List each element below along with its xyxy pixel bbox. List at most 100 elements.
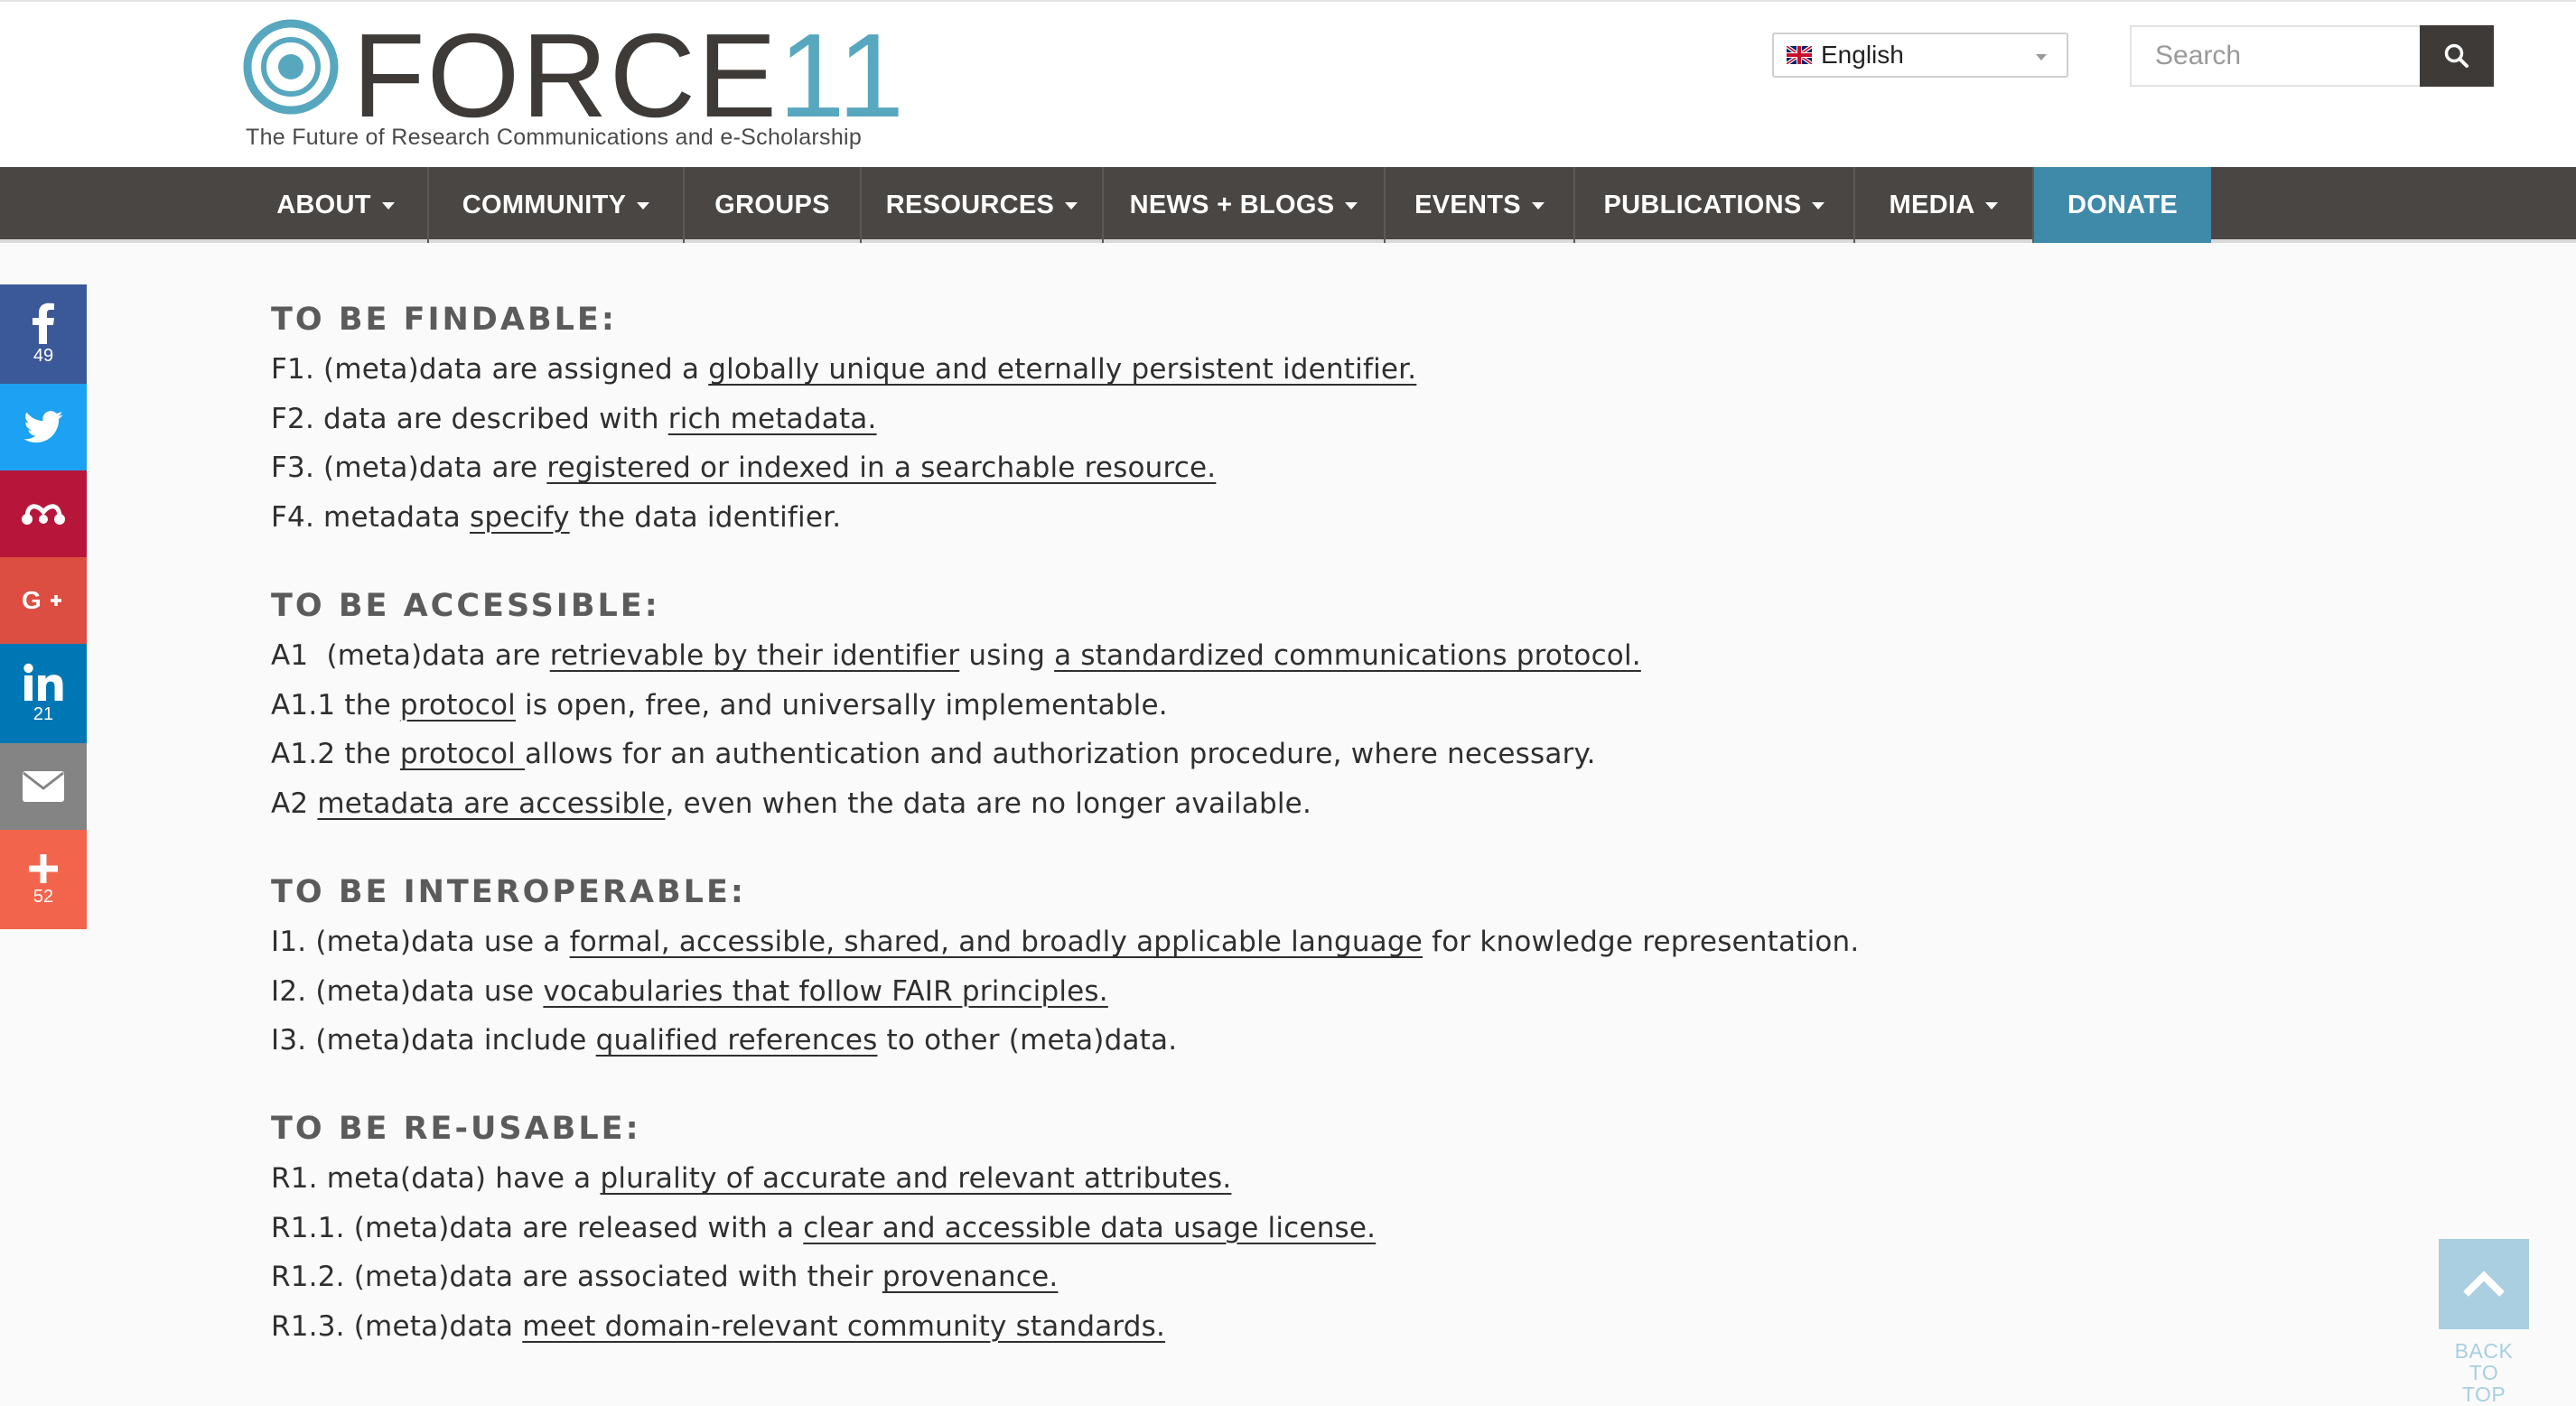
principle-link[interactable]: protocol xyxy=(400,738,525,770)
logo-tagline: The Future of Research Communications an… xyxy=(246,125,863,150)
section-heading: TO BE INTEROPERABLE: xyxy=(271,874,746,910)
principle-text: , even when the data are no longer avail… xyxy=(665,787,1312,820)
back-to-top-line1: BACK TO xyxy=(2454,1339,2514,1384)
caret-down-icon xyxy=(1345,202,1358,210)
nav-about[interactable]: ABOUT xyxy=(244,167,429,243)
nav-label: RESOURCES xyxy=(885,190,1055,219)
principle-link[interactable]: registered or indexed in a searchable re… xyxy=(546,452,1216,484)
principle-link[interactable]: qualified references xyxy=(596,1024,878,1057)
google-plus-icon: G xyxy=(22,587,61,614)
nav-community[interactable]: COMMUNITY xyxy=(429,167,685,243)
principle-text: using xyxy=(959,639,1055,672)
search-input[interactable] xyxy=(2130,25,2421,87)
more-share-button[interactable]: 52 xyxy=(0,830,87,929)
principle-text: is open, free, and universally implement… xyxy=(515,688,1168,722)
principle-link[interactable]: plurality of accurate and relevant attri… xyxy=(600,1162,1231,1195)
nav-publications[interactable]: PUBLICATIONS xyxy=(1575,167,1855,243)
back-to-top-button[interactable] xyxy=(2439,1239,2529,1329)
mendeley-share-button[interactable] xyxy=(0,470,87,557)
principle-text: A2 xyxy=(271,787,318,820)
principle-a1: A1 (meta)data are retrievable by their i… xyxy=(271,631,2348,681)
principle-link[interactable]: provenance. xyxy=(882,1261,1059,1293)
principle-text: F1. (meta)data are assigned a xyxy=(271,353,709,386)
principle-a2: A2 metadata are accessible, even when th… xyxy=(271,779,2348,829)
nav-label: DONATE xyxy=(2067,190,2179,219)
search-icon xyxy=(2444,43,2469,68)
linkedin-share-button[interactable]: 21 xyxy=(0,644,87,743)
nav-label: PUBLICATIONS xyxy=(1603,190,1802,219)
linkedin-share-count: 21 xyxy=(33,703,54,724)
site-header: FORCE11 The Future of Research Communica… xyxy=(0,0,2576,167)
principle-text: F2. data are described with xyxy=(271,402,668,435)
principle-i3: I3. (meta)data include qualified referen… xyxy=(271,1016,2348,1066)
caret-down-icon xyxy=(1065,202,1078,210)
principle-i1: I1. (meta)data use a formal, accessible,… xyxy=(271,917,2348,967)
logo-wordmark: FORCE11 xyxy=(352,13,906,139)
email-share-button[interactable] xyxy=(0,743,87,830)
nav-label: NEWS + BLOGS xyxy=(1129,190,1335,219)
principle-a1-1: A1.1 the protocol is open, free, and uni… xyxy=(271,681,2348,731)
nav-groups[interactable]: GROUPS xyxy=(685,167,862,243)
principle-text: R1.2. (meta)data are associated with the… xyxy=(271,1261,882,1293)
twitter-share-button[interactable] xyxy=(0,384,87,470)
nav-events[interactable]: EVENTS xyxy=(1386,167,1575,243)
principle-text: F3. (meta)data are xyxy=(271,452,547,484)
principle-link[interactable]: meet domain-relevant community standards… xyxy=(522,1310,1165,1343)
principle-r1-3: R1.3. (meta)data meet domain-relevant co… xyxy=(271,1302,2348,1352)
principle-link[interactable]: clear and accessible data usage license. xyxy=(803,1212,1376,1244)
nav-donate[interactable]: DONATE xyxy=(2034,167,2211,243)
nav-news-blogs[interactable]: NEWS + BLOGS xyxy=(1104,167,1386,243)
more-share-count: 52 xyxy=(33,886,54,907)
google-plus-share-button[interactable]: G xyxy=(0,557,87,644)
linkedin-icon xyxy=(23,663,63,701)
principle-link[interactable]: retrievable by their identifier xyxy=(550,639,960,672)
principle-f1: F1. (meta)data are assigned a globally u… xyxy=(271,345,2348,395)
principle-text: A1.2 the xyxy=(271,738,400,770)
search-button[interactable] xyxy=(2420,25,2494,87)
nav-media[interactable]: MEDIA xyxy=(1855,167,2034,243)
back-to-top[interactable]: BACK TO TOP xyxy=(2439,1239,2529,1405)
principle-text: to other (meta)data. xyxy=(877,1024,1178,1057)
section-findable: TO BE FINDABLE: F1. (meta)data are assig… xyxy=(271,294,2348,542)
principle-r1: R1. meta(data) have a plurality of accur… xyxy=(271,1154,2348,1204)
force11-logo[interactable]: FORCE11 The Future of Research Communica… xyxy=(242,13,904,154)
principle-link[interactable]: rich metadata. xyxy=(668,403,877,435)
principle-text: I2. (meta)data use xyxy=(271,974,544,1008)
principle-i2: I2. (meta)data use vocabularies that fol… xyxy=(271,967,2348,1017)
facebook-icon xyxy=(33,303,54,344)
principle-f3: F3. (meta)data are registered or indexed… xyxy=(271,443,2348,493)
language-select[interactable]: English xyxy=(1772,33,2068,78)
nav-label: COMMUNITY xyxy=(462,190,627,219)
email-icon xyxy=(23,771,64,802)
principle-link[interactable]: specify xyxy=(470,501,570,534)
twitter-icon xyxy=(23,411,63,443)
caret-down-icon xyxy=(381,202,395,210)
nav-resources[interactable]: RESOURCES xyxy=(862,167,1104,243)
chevron-up-icon xyxy=(2463,1271,2505,1297)
facebook-share-button[interactable]: 49 xyxy=(0,284,87,384)
caret-down-icon xyxy=(1531,202,1545,210)
back-to-top-label[interactable]: BACK TO TOP xyxy=(2439,1340,2529,1405)
svg-text:G: G xyxy=(22,587,42,614)
caret-down-icon xyxy=(1985,202,1999,210)
principle-link[interactable]: metadata are accessible xyxy=(317,787,665,820)
principle-text: R1. meta(data) have a xyxy=(271,1162,601,1195)
main-nav: ABOUT COMMUNITY GROUPS RESOURCES NEWS + … xyxy=(0,167,2576,243)
section-heading: TO BE ACCESSIBLE: xyxy=(271,588,660,624)
section-heading: TO BE FINDABLE: xyxy=(271,302,617,338)
principle-link[interactable]: protocol xyxy=(400,689,516,722)
principle-text: F4. metadata xyxy=(271,500,470,534)
principle-text: I1. (meta)data use a xyxy=(271,926,570,958)
principle-text: I3. (meta)data include xyxy=(271,1024,596,1057)
principle-text: for knowledge representation. xyxy=(1423,926,1860,958)
principle-link[interactable]: formal, accessible, shared, and broadly … xyxy=(570,926,1423,958)
chevron-down-icon xyxy=(2036,54,2047,61)
principle-link[interactable]: a standardized communications protocol. xyxy=(1054,639,1641,672)
principle-text: A1 (meta)data are xyxy=(271,639,550,672)
caret-down-icon xyxy=(1812,202,1825,210)
principle-link[interactable]: globally unique and eternally persistent… xyxy=(708,353,1416,386)
principle-link[interactable]: vocabularies that follow FAIR principles… xyxy=(543,975,1107,1008)
section-accessible: TO BE ACCESSIBLE: A1 (meta)data are retr… xyxy=(271,581,2348,828)
share-plus-icon xyxy=(29,853,58,883)
principle-text: R1.1. (meta)data are released with a xyxy=(271,1211,804,1244)
